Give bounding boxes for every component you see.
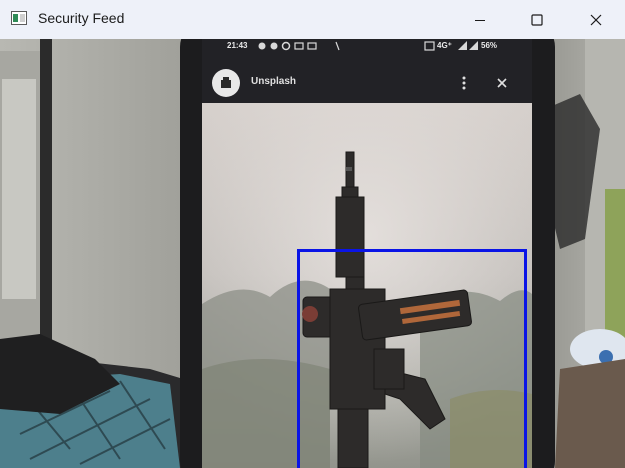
window-title: Security Feed — [38, 10, 125, 26]
camera-feed: 21:43 4G⁺ 56% Unsplash — [0, 39, 625, 468]
phone-status-battery: 56% — [481, 41, 498, 50]
close-icon — [590, 14, 602, 25]
maximize-icon — [531, 13, 543, 26]
sim-icon — [424, 41, 435, 51]
minimize-button[interactable] — [450, 0, 510, 39]
unsplash-logo-icon — [212, 69, 240, 97]
window-titlebar: Security Feed — [0, 0, 625, 39]
signal-icon — [458, 41, 478, 50]
phone-status-signal: 4G⁺ — [437, 41, 452, 50]
notification-icons — [258, 41, 340, 51]
phone-status-time: 21:43 — [227, 41, 248, 50]
more-options-icon[interactable] — [458, 75, 470, 91]
maximize-button[interactable] — [507, 0, 567, 39]
close-button[interactable] — [566, 0, 625, 39]
app-name: Unsplash — [251, 76, 297, 87]
minimize-icon — [475, 19, 485, 21]
close-app-icon[interactable] — [495, 76, 509, 90]
detection-bounding-box — [297, 249, 527, 468]
app-icon — [11, 11, 27, 25]
